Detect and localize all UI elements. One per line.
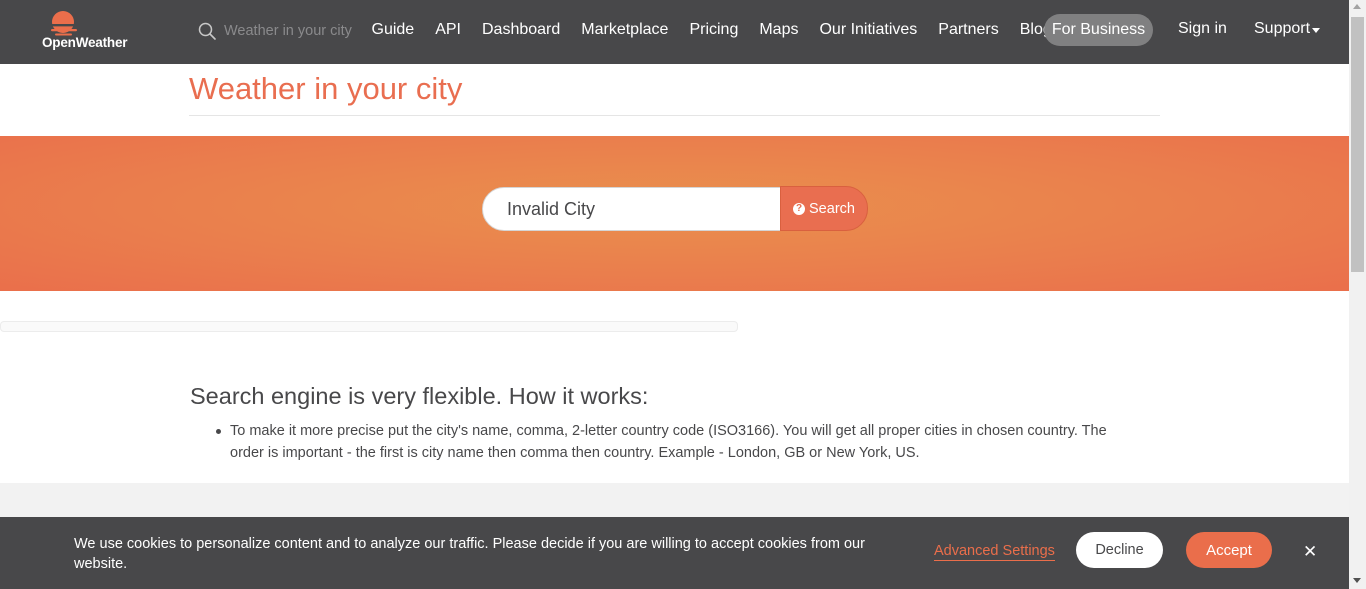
info-list: To make it more precise put the city's n… [216, 420, 1130, 464]
results-panel [0, 321, 738, 332]
search-icon[interactable] [198, 22, 216, 40]
page-title: Weather in your city [189, 71, 463, 106]
nav-partners[interactable]: Partners [928, 21, 1009, 39]
support-dropdown[interactable]: Support [1254, 20, 1321, 38]
title-divider [189, 115, 1160, 116]
logo-text: OpenWeather [42, 35, 128, 50]
nav-api[interactable]: API [425, 21, 472, 39]
top-navbar: OpenWeather Guide API Dashboard Marketpl… [0, 0, 1349, 64]
city-search-box [482, 187, 782, 231]
scroll-down-arrow-icon[interactable] [1353, 578, 1361, 583]
nav-our-initiatives[interactable]: Our Initiatives [809, 21, 928, 39]
scroll-thumb[interactable] [1351, 17, 1364, 272]
footer-strip [0, 483, 1349, 517]
question-circle-icon: ? [793, 202, 806, 215]
search-button-label: Search [809, 200, 855, 217]
header-search [198, 18, 364, 44]
nav-maps[interactable]: Maps [749, 21, 809, 39]
sign-in-link[interactable]: Sign in [1178, 20, 1227, 38]
close-icon[interactable]: ✕ [1303, 543, 1317, 560]
openweather-logo[interactable]: OpenWeather [42, 10, 138, 54]
header-search-input[interactable] [224, 23, 364, 39]
nav-guide[interactable]: Guide [361, 21, 425, 39]
nav-dashboard[interactable]: Dashboard [472, 21, 571, 39]
scroll-up-arrow-icon[interactable] [1353, 4, 1361, 9]
support-label: Support [1254, 20, 1311, 37]
info-heading: Search engine is very flexible. How it w… [190, 383, 649, 409]
caret-down-icon [1312, 28, 1321, 33]
cookie-message: We use cookies to personalize content an… [74, 536, 865, 572]
nav-pricing[interactable]: Pricing [679, 21, 749, 39]
vertical-scrollbar[interactable] [1349, 0, 1366, 589]
city-search-input[interactable] [507, 198, 757, 220]
accept-button[interactable]: Accept [1186, 532, 1272, 568]
advanced-settings-link[interactable]: Advanced Settings [934, 543, 1055, 561]
for-business-button[interactable]: For Business [1044, 14, 1153, 46]
info-bullet: To make it more precise put the city's n… [216, 420, 1130, 464]
main-nav: Guide API Dashboard Marketplace Pricing … [361, 0, 1062, 60]
decline-button[interactable]: Decline [1076, 532, 1163, 568]
search-button[interactable]: ? Search [780, 186, 868, 231]
nav-marketplace[interactable]: Marketplace [571, 21, 679, 39]
